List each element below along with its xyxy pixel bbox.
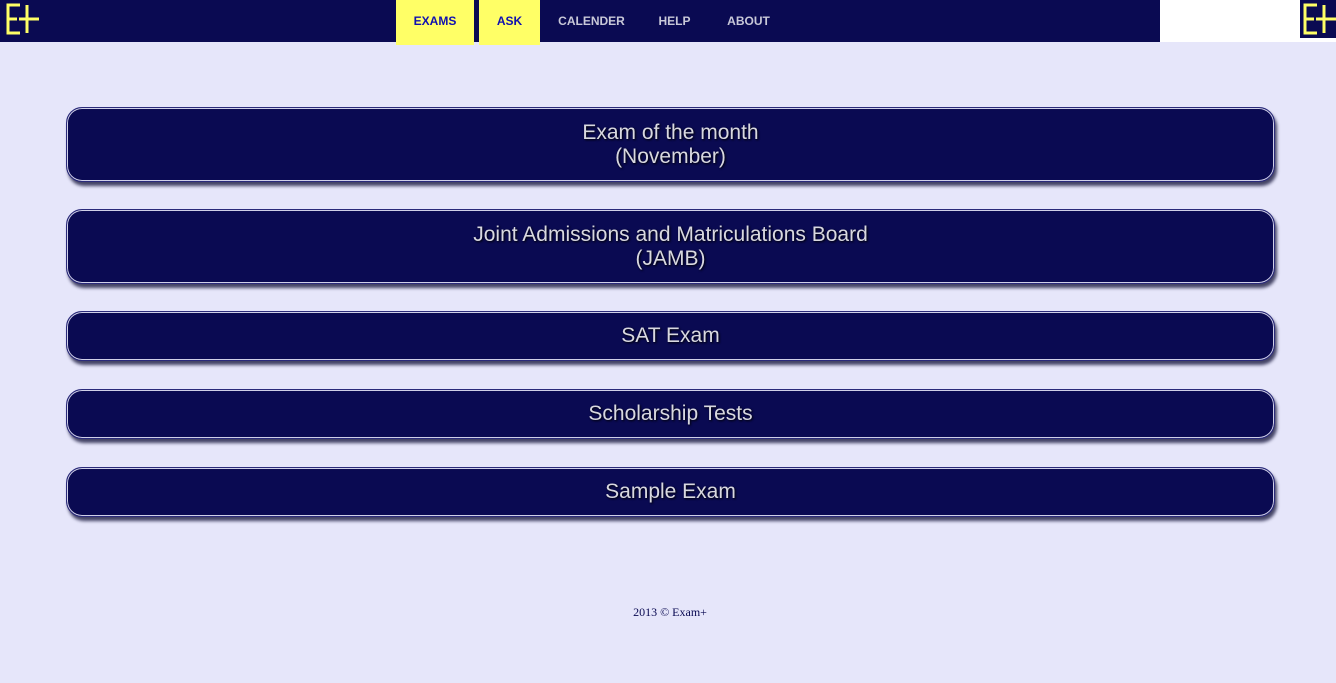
exam-button-title: Exam of the month: [582, 120, 759, 144]
exam-of-the-month-button[interactable]: Exam of the month (November): [66, 107, 1275, 182]
exam-button-title: Sample Exam: [605, 480, 736, 503]
exam-plus-logo-icon[interactable]: [2, 0, 40, 38]
sat-exam-button[interactable]: SAT Exam: [66, 311, 1275, 361]
scholarship-tests-button[interactable]: Scholarship Tests: [66, 389, 1275, 439]
jamb-exam-button[interactable]: Joint Admissions and Matriculations Boar…: [66, 209, 1275, 284]
nav-calender[interactable]: CALENDER: [545, 0, 638, 42]
main-nav: EXAMS ASK CALENDER HELP ABOUT: [396, 0, 791, 45]
nav-about[interactable]: ABOUT: [711, 0, 786, 42]
nav-exams[interactable]: EXAMS: [396, 0, 474, 45]
exam-plus-logo-icon[interactable]: [1300, 0, 1336, 38]
exam-button-subtitle: (November): [615, 144, 726, 168]
exam-button-title: SAT Exam: [621, 324, 720, 347]
exam-button-subtitle: (JAMB): [635, 246, 706, 270]
footer-copyright: 2013 © Exam+: [633, 605, 707, 619]
exam-button-title: Joint Admissions and Matriculations Boar…: [473, 222, 868, 246]
nav-ask[interactable]: ASK: [479, 0, 540, 45]
sample-exam-button[interactable]: Sample Exam: [66, 467, 1275, 517]
exam-button-title: Scholarship Tests: [588, 402, 753, 425]
nav-help[interactable]: HELP: [643, 0, 706, 42]
